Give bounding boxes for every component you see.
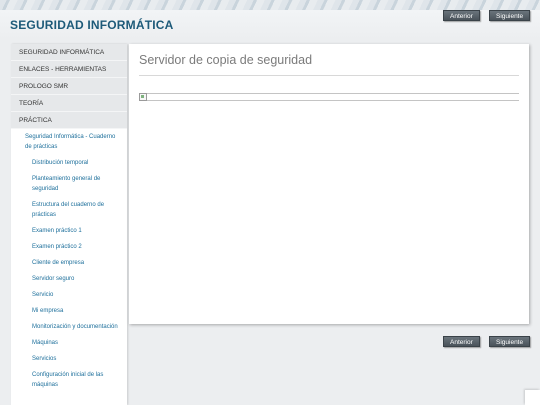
site-title[interactable]: SEGURIDAD INFORMÁTICA	[10, 18, 174, 32]
next-button-top[interactable]: Siguiente	[489, 10, 531, 21]
sidebar-item-prologo-smr[interactable]: PROLOGO SMR	[11, 78, 127, 95]
sidebar-top-menu: SEGURIDAD INFORMÁTICA ENLACES - HERRAMIE…	[11, 44, 127, 129]
sidebar-subitem-cuaderno[interactable]: Seguridad Informática - Cuaderno de prác…	[11, 129, 127, 155]
sidebar-subitem-examen-practico-1[interactable]: Examen práctico 1	[11, 223, 127, 239]
sidebar-subitem-servicio[interactable]: Servicio	[11, 287, 127, 303]
image-frame	[139, 93, 519, 101]
sidebar-subitem-distribucion-temporal[interactable]: Distribución temporal	[11, 155, 127, 171]
sidebar: SEGURIDAD INFORMÁTICA ENLACES - HERRAMIE…	[11, 44, 127, 405]
sidebar-item-practica[interactable]: PRÁCTICA	[11, 112, 127, 129]
sidebar-subitem-estructura-cuaderno[interactable]: Estructura del cuaderno de prácticas	[11, 197, 127, 223]
sidebar-subitem-mi-empresa[interactable]: Mi empresa	[11, 303, 127, 319]
sidebar-subitem-servicios[interactable]: Servicios	[11, 351, 127, 367]
header-decorative-stripe	[0, 0, 540, 10]
main-content-panel: Servidor de copia de seguridad	[129, 44, 529, 324]
sidebar-subitem-configuracion-inicial[interactable]: Configuración inicial de las máquinas	[11, 367, 127, 393]
sidebar-item-enlaces-herramientas[interactable]: ENLACES - HERRAMIENTAS	[11, 61, 127, 78]
prev-button-top[interactable]: Anterior	[443, 10, 480, 21]
title-divider	[139, 75, 519, 76]
broken-image-icon	[139, 93, 147, 101]
sidebar-subitem-examen-practico-2[interactable]: Examen práctico 2	[11, 239, 127, 255]
sidebar-subitem-maquinas[interactable]: Máquinas	[11, 335, 127, 351]
sidebar-subitem-monitorizacion[interactable]: Monitorización y documentación	[11, 319, 127, 335]
prev-button-bottom[interactable]: Anterior	[443, 336, 480, 347]
sidebar-item-seguridad-informatica[interactable]: SEGURIDAD INFORMÁTICA	[11, 44, 127, 61]
next-button-bottom[interactable]: Siguiente	[489, 336, 531, 347]
sidebar-item-teoria[interactable]: TEORÍA	[11, 95, 127, 112]
sidebar-subitem-planteamiento-general[interactable]: Planteamiento general de seguridad	[11, 171, 127, 197]
corner-widget	[525, 390, 540, 405]
page-title: Servidor de copia de seguridad	[139, 53, 313, 67]
sidebar-subitem-servidor-seguro[interactable]: Servidor seguro	[11, 271, 127, 287]
sidebar-subitem-cliente-empresa[interactable]: Cliente de empresa	[11, 255, 127, 271]
